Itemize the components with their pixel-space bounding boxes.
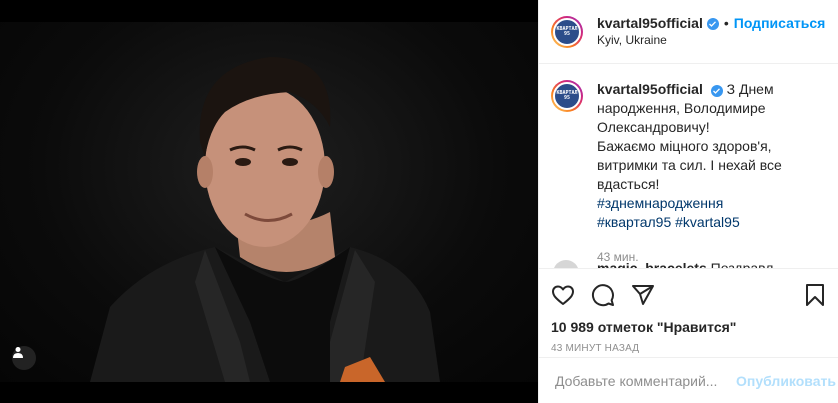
commenter-username[interactable]: magic_bracelets <box>597 260 707 268</box>
save-button[interactable] <box>786 275 826 315</box>
avatar-logo-text: КВАРТАЛ 95 <box>556 25 578 37</box>
caption-author-username[interactable]: kvartal95official <box>597 81 703 97</box>
hashtag-link[interactable]: #зднемнародження <box>597 195 723 211</box>
share-button[interactable] <box>631 275 671 315</box>
commenter-avatar[interactable] <box>553 260 579 268</box>
avatar-logo-text: КВАРТАЛ 95 <box>556 90 578 101</box>
separator-dot: • <box>723 15 729 32</box>
hashtag-link[interactable]: #квартал95 <box>597 214 671 230</box>
comment-button[interactable] <box>591 275 631 315</box>
user-tag-button[interactable] <box>12 346 36 370</box>
heart-icon <box>552 285 574 305</box>
caption-line: витримки та сил. І нехай все <box>597 157 782 173</box>
action-bar: 10 989 отметок "Нравится" 43 минут назад <box>539 268 838 354</box>
like-button[interactable] <box>551 275 591 315</box>
likes-count[interactable]: 10 989 отметок "Нравится" <box>551 319 826 335</box>
caption-section: КВАРТАЛ 95 kvartal95official З Днем наро… <box>539 64 838 281</box>
caption-line: З Днем <box>726 81 774 97</box>
paper-plane-icon <box>632 285 654 305</box>
user-tag-icon <box>13 347 23 358</box>
post-location[interactable]: Kyiv, Ukraine <box>597 33 825 48</box>
comment-input[interactable] <box>555 372 736 389</box>
post-timestamp[interactable]: 43 минут назад <box>551 343 826 354</box>
add-comment-form: Опубликовать <box>539 357 838 403</box>
verified-badge-icon <box>706 18 719 30</box>
hashtag-link[interactable]: #kvartal95 <box>675 214 740 230</box>
bookmark-icon <box>806 284 824 306</box>
post-sidebar: КВАРТАЛ 95 kvartal95official • Подписать… <box>538 0 838 403</box>
caption-line: Олександровичу! <box>597 119 710 135</box>
caption-text: kvartal95official З Днем народження, Вол… <box>597 80 817 267</box>
comment-item: magic_bracelets Поздравл <box>551 258 838 268</box>
caption-line: народження, Володимире <box>597 100 766 116</box>
post-photo[interactable] <box>0 22 538 382</box>
comment-text: Поздравл <box>710 260 774 268</box>
comment-icon <box>592 284 614 307</box>
portrait-image <box>90 57 440 382</box>
author-username[interactable]: kvartal95official <box>597 15 703 33</box>
author-avatar[interactable]: КВАРТАЛ 95 <box>551 15 583 48</box>
follow-button[interactable]: Подписаться <box>734 15 826 33</box>
post-header: КВАРТАЛ 95 kvartal95official • Подписать… <box>539 0 838 64</box>
publish-comment-button[interactable]: Опубликовать <box>736 373 836 389</box>
caption-author-avatar[interactable]: КВАРТАЛ 95 <box>551 80 583 112</box>
caption-line: Бажаємо міцного здоров'я, <box>597 138 772 154</box>
verified-badge-icon <box>710 85 723 97</box>
caption-line: вдасться! <box>597 176 660 192</box>
